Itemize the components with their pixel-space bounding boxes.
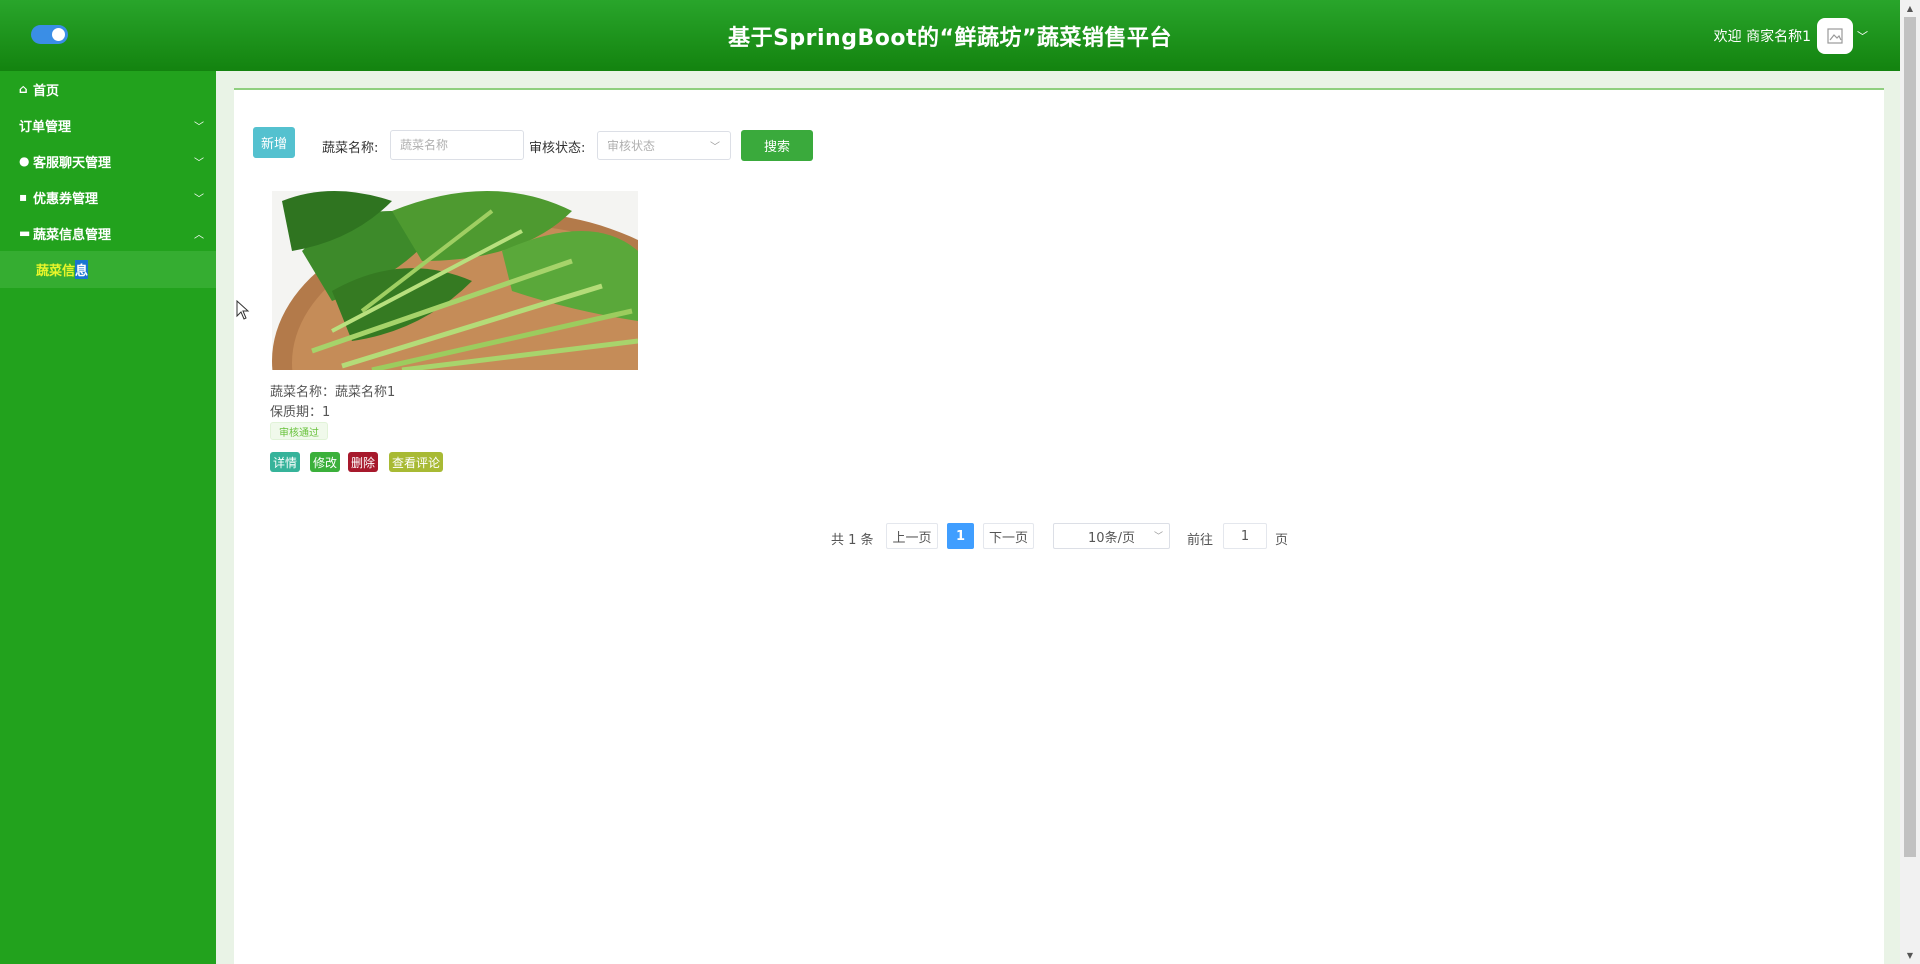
scroll-down-icon[interactable]: ▼ xyxy=(1900,947,1920,964)
list-icon: ▬ xyxy=(19,226,31,240)
spinach-image xyxy=(272,191,638,370)
page-title: 基于SpringBoot的“鲜蔬坊”蔬菜销售平台 xyxy=(728,26,1172,51)
page-number-1[interactable]: 1 xyxy=(947,523,974,549)
sidebar-item-coupons[interactable]: ▪ 优惠券管理 ﹀ xyxy=(0,179,216,215)
detail-button[interactable]: 详情 xyxy=(270,452,301,472)
broken-image-icon xyxy=(1827,28,1843,44)
edit-button[interactable]: 修改 xyxy=(310,452,341,472)
sidebar-subitem-vegetable-info[interactable]: 蔬菜信息 xyxy=(0,251,216,288)
top-header: 基于SpringBoot的“鲜蔬坊”蔬菜销售平台 欢迎 商家名称1 ﹀ xyxy=(0,0,1900,71)
scroll-up-icon[interactable]: ▲ xyxy=(1900,0,1920,17)
goto-page-input[interactable]: 1 xyxy=(1223,523,1267,549)
chevron-down-icon: ﹀ xyxy=(1153,532,1163,542)
search-button[interactable]: 搜索 xyxy=(741,130,813,161)
sidebar: ⌂ 首页 订单管理 ﹀ ● 客服聊天管理 ﹀ ▪ 优惠券管理 ﹀ ▬ 蔬菜信息管… xyxy=(0,71,216,964)
status-badge: 审核通过 xyxy=(270,422,328,440)
chevron-down-icon: ﹀ xyxy=(710,142,720,153)
sidebar-item-home[interactable]: ⌂ 首页 xyxy=(0,71,216,107)
mouse-cursor-icon xyxy=(236,300,250,320)
welcome-text: 欢迎 商家名称1 xyxy=(1713,29,1811,45)
sidebar-item-vegetable-info[interactable]: ▬ 蔬菜信息管理 ︿ xyxy=(0,215,216,251)
sidebar-item-chat[interactable]: ● 客服聊天管理 ﹀ xyxy=(0,143,216,179)
vegetable-image[interactable] xyxy=(272,191,638,370)
coupon-icon: ▪ xyxy=(19,190,28,204)
view-reviews-button[interactable]: 查看评论 xyxy=(389,452,444,472)
vegetable-shelf-life: 保质期：1 xyxy=(270,405,331,420)
chat-icon: ● xyxy=(19,154,30,168)
user-menu[interactable]: 欢迎 商家名称1 ﹀ xyxy=(1714,18,1868,54)
page-size-select[interactable]: 10条/页 ﹀ xyxy=(1053,523,1170,549)
next-page-button[interactable]: 下一页 xyxy=(983,523,1034,549)
status-select[interactable]: 审核状态 ﹀ xyxy=(597,131,731,160)
page-scrollbar[interactable]: ▲ ▼ xyxy=(1900,0,1920,964)
prev-page-button[interactable]: 上一页 xyxy=(886,523,938,549)
goto-label: 前往 xyxy=(1187,533,1214,548)
chevron-down-icon: ﹀ xyxy=(194,194,204,205)
pagination-total: 共 1 条 xyxy=(831,533,874,548)
chevron-up-icon: ︿ xyxy=(194,230,204,241)
vegetable-name: 蔬菜名称：蔬菜名称1 xyxy=(270,385,396,400)
name-filter-label: 蔬菜名称: xyxy=(322,141,379,156)
chevron-down-icon: ﹀ xyxy=(194,122,204,133)
sidebar-item-orders[interactable]: 订单管理 ﹀ xyxy=(0,107,216,143)
avatar[interactable] xyxy=(1817,18,1853,54)
delete-button[interactable]: 删除 xyxy=(348,452,379,472)
chevron-down-icon[interactable]: ﹀ xyxy=(1857,28,1868,44)
page-unit-label: 页 xyxy=(1275,533,1289,548)
chevron-down-icon: ﹀ xyxy=(194,158,204,169)
name-search-input[interactable] xyxy=(390,130,524,160)
add-button[interactable]: 新增 xyxy=(253,127,295,158)
scrollbar-thumb[interactable] xyxy=(1904,17,1916,857)
home-icon: ⌂ xyxy=(19,82,28,96)
status-filter-label: 审核状态: xyxy=(529,141,586,156)
